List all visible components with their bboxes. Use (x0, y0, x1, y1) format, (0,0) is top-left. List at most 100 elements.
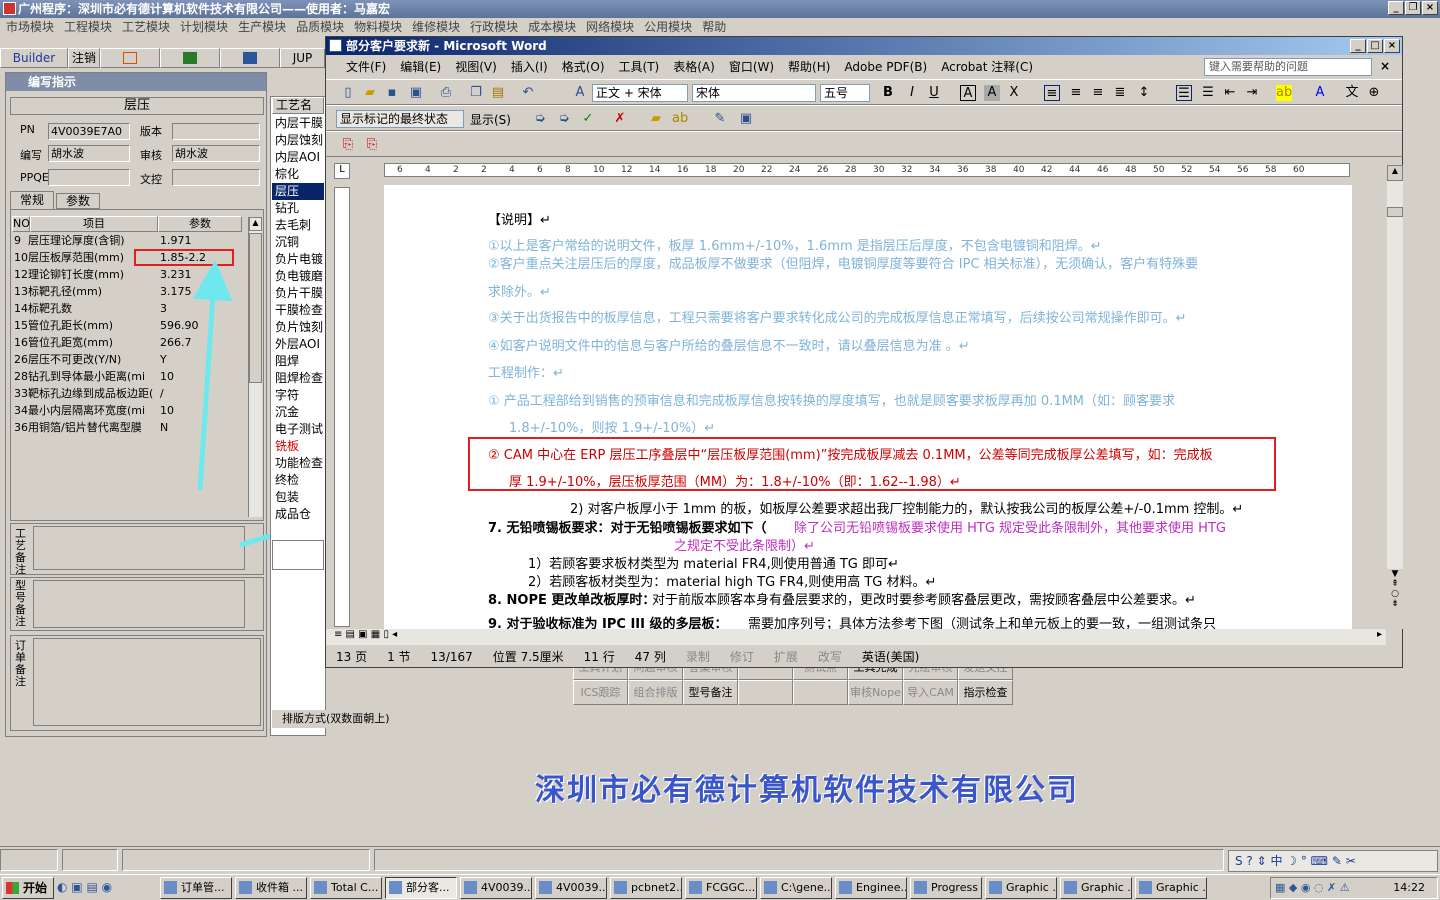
jump-button[interactable]: JUP (280, 48, 325, 68)
doc-control-field[interactable] (172, 169, 260, 186)
new-comment-icon[interactable]: ▰ (648, 111, 664, 127)
undo-icon[interactable]: ↶ (520, 85, 536, 101)
track-changes-icon[interactable]: ✎ (712, 111, 728, 127)
taskbar-item[interactable]: Graphic ... (1060, 876, 1132, 899)
markup-mode-select[interactable]: 显示标记的最终状态 (336, 110, 464, 128)
track-highlight-icon[interactable]: ab (672, 111, 688, 127)
phonetic-icon[interactable]: 文 (1344, 85, 1360, 101)
open-icon[interactable]: ▰ (362, 85, 378, 101)
word-menu-item[interactable]: 工具(T) (619, 57, 660, 77)
taskbar-item[interactable]: 4V0039... (460, 876, 532, 899)
minimize-button[interactable]: _ (1388, 1, 1404, 15)
app-menu-item[interactable]: 维修模块 (412, 18, 460, 36)
app-menu-item[interactable]: 计划模块 (180, 18, 228, 36)
craft-item[interactable]: 字符 (272, 387, 324, 404)
enclose-icon[interactable]: ⊕ (1366, 85, 1382, 101)
doc-close-icon[interactable]: × (1380, 59, 1390, 73)
center-icon[interactable]: ≡ (1068, 85, 1084, 101)
decrease-indent-icon[interactable]: ⇤ (1222, 85, 1238, 101)
taskbar-item[interactable]: Graphic ... (985, 876, 1057, 899)
font-select[interactable]: 宋体 (692, 84, 816, 102)
word-maximize-button[interactable]: □ (1367, 39, 1383, 53)
bold-icon[interactable]: B (880, 85, 896, 101)
restore-button[interactable]: ❐ (1405, 1, 1421, 15)
craft-item[interactable]: 内层蚀刻 (272, 132, 324, 149)
craft-item[interactable]: 沉金 (272, 404, 324, 421)
tab-params[interactable]: 参数 (56, 193, 100, 209)
craft-item[interactable]: 沉铜 (272, 234, 324, 251)
logout-button[interactable]: 注销 (68, 48, 100, 68)
excel-button[interactable] (160, 48, 220, 68)
char-border-icon[interactable]: A (960, 85, 976, 101)
grid-button[interactable]: 指示检查 (958, 680, 1013, 705)
app-menu-item[interactable]: 成本模块 (528, 18, 576, 36)
craft-item[interactable]: 钻孔 (272, 200, 324, 217)
craft-item[interactable]: 内层干膜 (272, 115, 324, 132)
paste-icon[interactable]: ▤ (490, 85, 506, 101)
tab-selector[interactable]: L (334, 163, 350, 179)
word-close-button[interactable]: × (1384, 39, 1400, 53)
view-buttons[interactable]: ≡ ▤ ▣ ▦ ▯ ◂ (334, 629, 397, 640)
word-menu-item[interactable]: 插入(I) (511, 57, 548, 77)
next-change-icon[interactable]: ➭ (556, 111, 572, 127)
increase-indent-icon[interactable]: ⇥ (1244, 85, 1260, 101)
word-button[interactable] (220, 48, 280, 68)
grid-button[interactable]: 型号备注 (683, 680, 738, 705)
justify-icon[interactable]: ≡ (1044, 85, 1060, 101)
pn-field[interactable]: 4V0039E7A0 (48, 123, 130, 140)
app-menu-item[interactable]: 行政模块 (470, 18, 518, 36)
word-menu-item[interactable]: 窗口(W) (729, 57, 774, 77)
vertical-ruler[interactable] (334, 187, 350, 627)
permission-icon[interactable]: ▣ (408, 85, 424, 101)
numbering-icon[interactable]: ☰ (1176, 85, 1192, 101)
app-menu-item[interactable]: 物料模块 (354, 18, 402, 36)
close-button[interactable]: × (1422, 1, 1438, 15)
start-button[interactable]: 开始 (2, 876, 54, 899)
craft-input[interactable] (272, 540, 324, 570)
accept-change-icon[interactable]: ✓ (580, 111, 596, 127)
taskbar-item[interactable]: 订单管... (160, 876, 232, 899)
taskbar-item[interactable]: 收件箱 ... (235, 876, 307, 899)
taskbar-item[interactable]: Enginee... (835, 876, 907, 899)
craft-item[interactable]: 功能检查 (272, 455, 324, 472)
model-note-field[interactable] (33, 580, 245, 628)
pdf-email-icon[interactable]: ⎘ (364, 137, 380, 153)
char-shading-icon[interactable]: A (984, 85, 1000, 101)
bullets-icon[interactable]: ☰ (1200, 85, 1216, 101)
distribute-icon[interactable]: ≣ (1112, 85, 1128, 101)
table-row[interactable]: 28 钻孔到导体最小距离(mi 10 (12, 368, 242, 385)
table-row[interactable]: 14 标靶孔数 3 (12, 300, 242, 317)
grid-button[interactable]: 导入CAM (903, 680, 958, 705)
table-row[interactable]: 36 用铜箔/铝片替代离型膜 N (12, 419, 242, 436)
table-row[interactable]: 26 层压不可更改(Y/N) Y (12, 351, 242, 368)
app-menu-item[interactable]: 帮助 (702, 18, 726, 36)
table-row[interactable]: 12 理论铆钉长度(mm) 3.231 (12, 266, 242, 283)
quick-launch[interactable]: ◐ ▣ ▤ ◉ (57, 877, 157, 899)
word-menu-item[interactable]: Adobe PDF(B) (844, 57, 927, 77)
print-icon[interactable]: ⎙ (438, 85, 454, 101)
taskbar-item[interactable]: Graphic ... (1135, 876, 1207, 899)
grid-button[interactable]: 组合排版 (628, 680, 683, 705)
word-menu-item[interactable]: Acrobat 注释(C) (941, 57, 1033, 77)
craft-item[interactable]: 铣板 (272, 438, 324, 455)
app-menu-item[interactable]: 工艺模块 (122, 18, 170, 36)
size-select[interactable]: 五号 (820, 84, 870, 102)
app-menu-item[interactable]: 品质模块 (296, 18, 344, 36)
craft-item[interactable]: 电子测试 (272, 421, 324, 438)
craft-item[interactable]: 去毛刺 (272, 217, 324, 234)
craft-note-field[interactable] (33, 526, 245, 570)
builder-button[interactable]: Builder (0, 48, 68, 68)
vertical-scrollbar[interactable]: ▲ ▼ ⇞ ○ ⇟ (1387, 165, 1403, 629)
craft-item[interactable]: 负电镀磨 (272, 268, 324, 285)
craft-item[interactable]: 阻焊检查 (272, 370, 324, 387)
craft-item[interactable]: 阻焊 (272, 353, 324, 370)
taskbar-item[interactable]: FCGGC... (685, 876, 757, 899)
reviewing-pane-icon[interactable]: ▣ (738, 111, 754, 127)
font-color-icon[interactable]: A (1312, 85, 1328, 101)
grid-button[interactable] (738, 680, 793, 705)
powerpoint-button[interactable] (100, 48, 160, 68)
table-scrollbar[interactable]: ▲ (248, 217, 262, 517)
grid-button[interactable] (793, 680, 848, 705)
align-right-icon[interactable]: ≡ (1090, 85, 1106, 101)
table-row[interactable]: 33 靶标孔边缘到成品板边距(/ (12, 385, 242, 402)
